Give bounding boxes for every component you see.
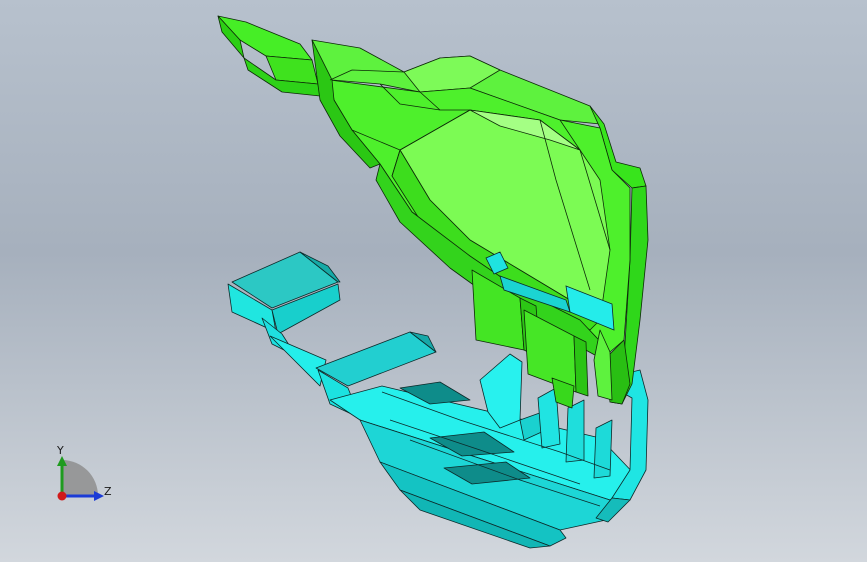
graphics-viewport[interactable]: Y Z [0, 0, 867, 562]
coordinate-triad [57, 456, 104, 501]
triad-z-label: Z [104, 485, 112, 498]
3d-model-view[interactable] [0, 0, 867, 562]
z-axis-arrow-icon [94, 491, 104, 501]
x-axis-dot-icon [57, 491, 67, 501]
triad-y-label: Y [57, 444, 64, 457]
triad-plane-indicator [62, 460, 98, 496]
